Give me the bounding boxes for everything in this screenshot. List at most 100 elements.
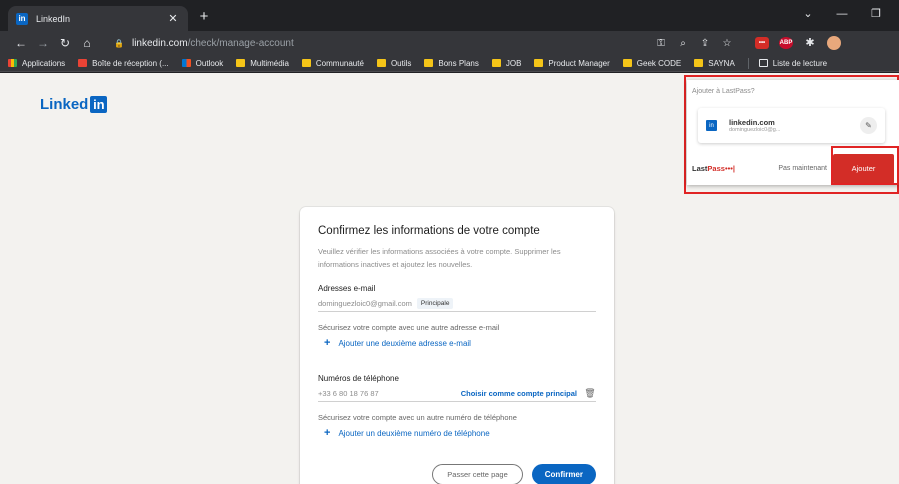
- bookmark-gmail[interactable]: Boîte de réception (...: [78, 59, 169, 68]
- lastpass-logo-last: Last: [692, 164, 708, 173]
- email-value: dominguezloic0@gmail.com: [318, 299, 412, 308]
- lastpass-logo: LastPass•••|: [692, 164, 735, 173]
- omnibox-actions: ⚿ ⌕ ⇪ ☆: [650, 38, 738, 49]
- add-button-highlight-frame: [831, 146, 899, 185]
- linkedin-site-icon: in: [706, 120, 717, 131]
- minimize-icon[interactable]: —: [825, 4, 859, 24]
- bookmark-label: Applications: [22, 58, 66, 68]
- trash-icon[interactable]: 🗑: [584, 388, 596, 399]
- not-now-button[interactable]: Pas maintenant: [778, 165, 827, 172]
- lastpass-site-user: dominguezloic0@g...: [729, 127, 781, 133]
- folder-icon: [622, 59, 632, 67]
- bookmark-folder-multimedia[interactable]: Multimédia: [236, 59, 289, 68]
- lastpass-extension-icon[interactable]: •••: [755, 37, 769, 49]
- bookmark-folder-communaute[interactable]: Communauté: [301, 58, 364, 68]
- email-helper-text: Sécurisez votre compte avec une autre ad…: [318, 323, 500, 332]
- profile-avatar[interactable]: [827, 36, 841, 50]
- bookmark-folder-outils[interactable]: Outils: [376, 58, 412, 68]
- browser-toolbar: ← → ↻ ⌂ 🔒 linkedin.com/check/manage-acco…: [0, 31, 899, 55]
- email-section-label: Adresses e-mail: [318, 284, 376, 293]
- extensions: ••• ABP ✱: [750, 36, 846, 50]
- folder-icon: [694, 59, 704, 67]
- confirm-account-card: Confirmez les informations de votre comp…: [300, 207, 614, 484]
- reading-list-icon: [758, 59, 768, 67]
- folder-icon: [491, 59, 501, 67]
- card-actions: Passer cette page Confirmer: [318, 464, 596, 484]
- folder-icon: [301, 59, 311, 67]
- add-phone-label: Ajouter un deuxième numéro de téléphone: [338, 428, 490, 438]
- bookmark-folder-product-manager[interactable]: Product Manager: [534, 59, 610, 68]
- bookmark-folder-sayna[interactable]: SAYNA: [694, 59, 735, 68]
- bookmark-label: Communauté: [315, 58, 364, 68]
- linkedin-logo[interactable]: Linked in: [40, 96, 108, 113]
- card-description: Veuillez vérifier les informations assoc…: [318, 247, 561, 269]
- bookmark-applications[interactable]: Applications: [8, 59, 65, 68]
- tab-strip: in LinkedIn ✕ + ⌄ — ❐: [0, 0, 899, 31]
- zoom-icon[interactable]: ⌕: [672, 38, 694, 49]
- make-primary-link[interactable]: Choisir comme compte principal: [461, 389, 577, 398]
- email-row: dominguezloic0@gmail.com Principale: [318, 296, 596, 312]
- bookmark-label: SAYNA: [708, 58, 735, 68]
- add-email-link[interactable]: + Ajouter une deuxième adresse e-mail: [318, 337, 596, 349]
- back-icon[interactable]: ←: [10, 36, 32, 50]
- gmail-icon: [78, 59, 88, 67]
- forward-icon[interactable]: →: [32, 36, 54, 50]
- tab-title: LinkedIn: [36, 13, 71, 24]
- adblock-extension-icon[interactable]: ABP: [779, 37, 793, 49]
- bookmark-label: Geek CODE: [636, 58, 682, 68]
- url-path: /check/manage-account: [187, 37, 294, 49]
- window-controls: ⌄ — ❐: [791, 4, 893, 24]
- folder-icon: [376, 59, 386, 67]
- lastpass-logo-pass: Pass: [707, 164, 725, 173]
- bookmark-folder-job[interactable]: JOB: [491, 59, 521, 68]
- lastpass-logo-dots: •••|: [724, 164, 735, 173]
- phone-value: +33 6 80 18 76 87: [318, 389, 379, 398]
- bookmark-label: Outlook: [195, 58, 224, 68]
- card-title: Confirmez les informations de votre comp…: [318, 225, 540, 237]
- bookmark-label: Boîte de réception (...: [92, 58, 169, 68]
- confirm-button[interactable]: Confirmer: [531, 464, 596, 484]
- skip-button[interactable]: Passer cette page: [432, 464, 523, 484]
- plus-icon: +: [324, 337, 331, 349]
- plus-icon: +: [324, 427, 331, 439]
- tab-search-icon[interactable]: ⌄: [791, 4, 825, 24]
- phone-row: +33 6 80 18 76 87 Choisir comme compte p…: [318, 386, 596, 402]
- restore-icon[interactable]: ❐: [859, 4, 893, 24]
- lock-icon[interactable]: 🔒: [114, 39, 124, 48]
- outlook-icon: [181, 59, 191, 67]
- bookmarks-divider: [747, 57, 749, 69]
- apps-grid-icon: [8, 59, 17, 67]
- logo-in-box: in: [90, 96, 108, 113]
- bookmark-star-icon[interactable]: ☆: [716, 38, 738, 49]
- tab-linkedin[interactable]: in LinkedIn ✕: [8, 6, 188, 31]
- new-tab-button[interactable]: +: [195, 8, 213, 26]
- linkedin-favicon-icon: in: [16, 12, 28, 25]
- bookmark-outlook[interactable]: Outlook: [181, 58, 224, 68]
- home-icon[interactable]: ⌂: [76, 36, 98, 50]
- share-icon[interactable]: ⇪: [694, 38, 716, 49]
- extensions-puzzle-icon[interactable]: ✱: [803, 37, 817, 49]
- phone-section-label: Numéros de téléphone: [318, 374, 399, 383]
- logo-text: Linked: [40, 96, 89, 113]
- add-email-label: Ajouter une deuxième adresse e-mail: [338, 338, 471, 348]
- folder-icon: [534, 59, 544, 67]
- bookmark-label: Multimédia: [250, 58, 289, 68]
- pencil-icon[interactable]: ✎: [860, 117, 877, 134]
- reading-list-label: Liste de lecture: [772, 58, 828, 68]
- phone-helper-text: Sécurisez votre compte avec un autre num…: [318, 413, 517, 422]
- reading-list-button[interactable]: Liste de lecture: [758, 58, 828, 68]
- url-host: linkedin.com: [131, 37, 188, 49]
- folder-icon: [236, 59, 246, 67]
- lastpass-site-entry[interactable]: in linkedin.com dominguezloic0@g... ✎: [698, 108, 885, 143]
- key-icon[interactable]: ⚿: [650, 38, 672, 49]
- bookmark-label: Bons Plans: [438, 58, 479, 68]
- lastpass-header: Ajouter à LastPass?: [692, 88, 755, 95]
- add-phone-link[interactable]: + Ajouter un deuxième numéro de téléphon…: [318, 427, 596, 439]
- address-bar[interactable]: 🔒 linkedin.com/check/manage-account ⚿ ⌕ …: [106, 33, 746, 53]
- bookmark-folder-geek-code[interactable]: Geek CODE: [622, 58, 682, 68]
- bookmark-label: Outils: [390, 58, 412, 68]
- reload-icon[interactable]: ↻: [54, 36, 76, 50]
- tab-close-icon[interactable]: ✕: [166, 12, 180, 25]
- folder-icon: [424, 59, 434, 67]
- bookmark-folder-bons-plans[interactable]: Bons Plans: [424, 58, 479, 68]
